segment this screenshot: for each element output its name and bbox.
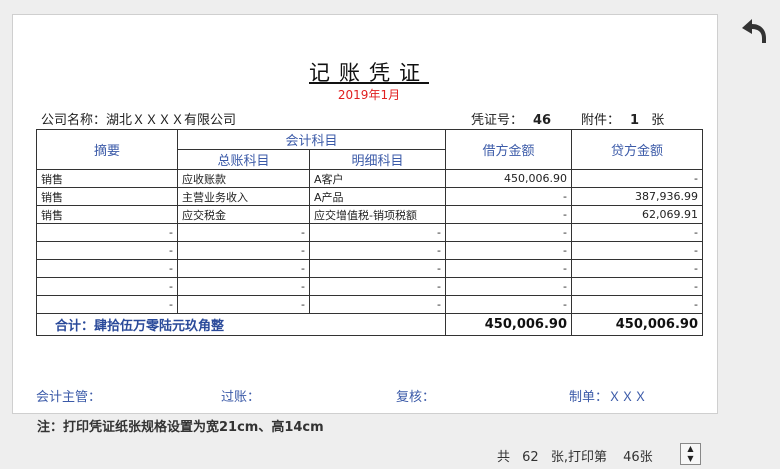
attachment-value: 1 bbox=[630, 113, 640, 128]
table-row: 销售 应收账款 A客户 450,006.90 - bbox=[36, 169, 704, 188]
voucher-period: 2019年1月 bbox=[337, 88, 401, 102]
cell-general-account: - bbox=[177, 259, 310, 278]
cell-summary: 销售 bbox=[36, 169, 178, 188]
cell-debit: - bbox=[445, 259, 573, 278]
total-amount-words: 合计：肆拾伍万零陆元玖角整 bbox=[35, 313, 447, 336]
cell-credit: 387,936.99 bbox=[571, 187, 704, 206]
page-spinner[interactable]: ▲ ▼ bbox=[680, 443, 701, 465]
chevron-down-icon[interactable]: ▼ bbox=[681, 454, 700, 464]
cell-general-account: - bbox=[177, 241, 310, 260]
table-row: - - - - - bbox=[36, 295, 704, 314]
cell-detail-account: - bbox=[308, 241, 447, 260]
cell-general-account: - bbox=[177, 223, 310, 242]
attachment-label: 附件： bbox=[581, 113, 621, 128]
signature-posting: 过账： bbox=[221, 390, 261, 405]
cell-detail-account: - bbox=[308, 259, 447, 278]
table-row: 销售 应交税金 应交增值税-销项税额 - 62,069.91 bbox=[36, 205, 704, 224]
header-debit: 借方金额 bbox=[445, 129, 573, 170]
voucher-frame: 记账凭证 2019年1月 公司名称：湖北ＸＸＸＸ有限公司 凭证号： 46 附件： 1… bbox=[12, 14, 718, 414]
voucher-title: 记账凭证 bbox=[309, 61, 429, 85]
voucher-paper: 记账凭证 2019年1月 公司名称：湖北ＸＸＸＸ有限公司 凭证号： 46 附件： 1… bbox=[35, 43, 704, 407]
signature-supervisor: 会计主管： bbox=[36, 390, 102, 405]
cell-detail-account: 应交增值税-销项税额 bbox=[308, 205, 447, 224]
table-row: - - - - - bbox=[36, 241, 704, 260]
cell-summary: 销售 bbox=[36, 187, 178, 206]
cell-credit: - bbox=[571, 223, 704, 242]
pager-mid-text: 张,打印第 bbox=[550, 450, 607, 465]
cell-summary: - bbox=[36, 241, 178, 260]
cell-general-account: - bbox=[177, 295, 310, 314]
voucher-number-label: 凭证号： bbox=[471, 113, 524, 128]
cell-credit: - bbox=[571, 169, 704, 188]
cell-general-account: 应交税金 bbox=[177, 205, 310, 224]
cell-detail-account: A客户 bbox=[308, 169, 447, 188]
cell-credit: 62,069.91 bbox=[571, 205, 704, 224]
total-debit: 450,006.90 bbox=[445, 313, 573, 336]
table-row: 销售 主营业务收入 A产品 - 387,936.99 bbox=[36, 187, 704, 206]
cell-general-account: 应收账款 bbox=[177, 169, 310, 188]
attachment-count: 附件： 1 张 bbox=[581, 109, 664, 128]
undo-arrow-icon[interactable] bbox=[738, 16, 770, 46]
table-row: - - - - - bbox=[36, 259, 704, 278]
attachment-unit: 张 bbox=[651, 113, 665, 128]
cell-general-account: - bbox=[177, 277, 310, 296]
signature-review: 复核： bbox=[396, 390, 436, 405]
pager-total-pages: 62 bbox=[522, 450, 539, 465]
voucher-number-value: 46 bbox=[533, 113, 552, 128]
cell-debit: - bbox=[445, 223, 573, 242]
cell-credit: - bbox=[571, 295, 704, 314]
cell-debit: - bbox=[445, 241, 573, 260]
cell-summary: - bbox=[36, 259, 178, 278]
cell-debit: - bbox=[445, 205, 573, 224]
cell-detail-account: - bbox=[308, 295, 447, 314]
cell-credit: - bbox=[571, 259, 704, 278]
cell-debit: - bbox=[445, 187, 573, 206]
pager-current-page[interactable]: 46张 bbox=[623, 450, 653, 465]
cell-credit: - bbox=[571, 277, 704, 296]
voucher-number: 凭证号： 46 bbox=[471, 109, 551, 128]
table-row: - - - - - bbox=[36, 277, 704, 296]
header-detail-account: 明细科目 bbox=[308, 149, 447, 170]
table-row: - - - - - bbox=[36, 223, 704, 242]
header-general-account: 总账科目 bbox=[177, 149, 310, 170]
header-account-group: 会计科目 bbox=[176, 129, 447, 150]
header-summary: 摘要 bbox=[36, 129, 178, 170]
cell-general-account: 主营业务收入 bbox=[177, 187, 310, 206]
cell-debit: - bbox=[445, 277, 573, 296]
cell-detail-account: - bbox=[308, 277, 447, 296]
pager-total-prefix: 共 bbox=[497, 450, 511, 465]
cell-summary: - bbox=[36, 223, 178, 242]
cell-credit: - bbox=[571, 241, 704, 260]
voucher-table: 摘要 会计科目 借方金额 贷方金额 总账科目 明细科目 销售 应收账款 A客户 … bbox=[35, 129, 704, 336]
total-credit: 450,006.90 bbox=[571, 313, 704, 336]
company-name: 公司名称：湖北ＸＸＸＸ有限公司 bbox=[41, 113, 237, 128]
signature-preparer: 制单：ＸＸＸ bbox=[569, 390, 648, 405]
cell-summary: - bbox=[36, 295, 178, 314]
header-credit: 贷方金额 bbox=[571, 129, 704, 170]
cell-detail-account: - bbox=[308, 223, 447, 242]
pager: 共 62 张,打印第 46张 bbox=[497, 446, 653, 465]
cell-detail-account: A产品 bbox=[308, 187, 447, 206]
print-note: 注：打印凭证纸张规格设置为宽21cm、高14cm bbox=[37, 420, 324, 435]
chevron-up-icon[interactable]: ▲ bbox=[681, 444, 700, 454]
cell-debit: - bbox=[445, 295, 573, 314]
total-row: 合计：肆拾伍万零陆元玖角整 450,006.90 450,006.90 bbox=[35, 313, 704, 336]
cell-summary: 销售 bbox=[36, 205, 178, 224]
cell-summary: - bbox=[36, 277, 178, 296]
cell-debit: 450,006.90 bbox=[445, 169, 573, 188]
